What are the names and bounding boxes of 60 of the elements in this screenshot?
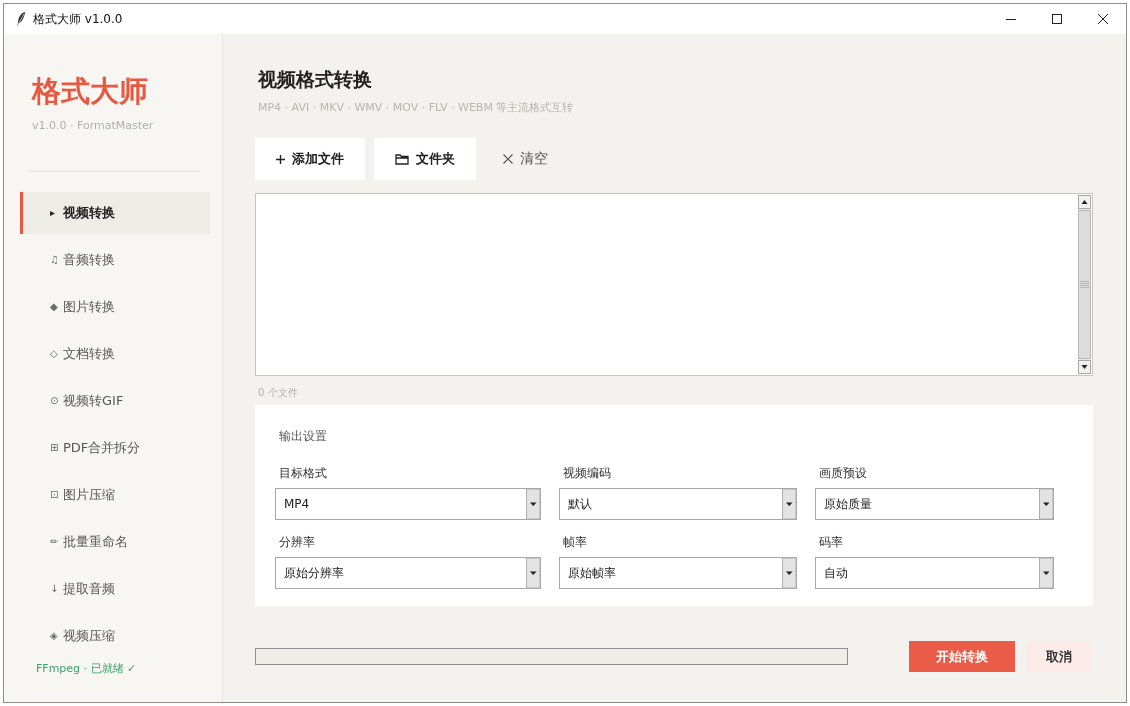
- folder-icon: [395, 153, 409, 165]
- scrollbar-thumb[interactable]: [1078, 210, 1091, 359]
- plus-icon: [276, 154, 285, 164]
- diamond-dot-icon: ◈: [50, 631, 58, 641]
- nav-item[interactable]: ⊡ 图片压缩: [20, 474, 210, 516]
- pencil-icon: ✏: [50, 537, 59, 547]
- app-logo: 格式大师: [32, 74, 148, 109]
- squared-dot-icon: ⊡: [50, 490, 59, 500]
- close-icon: [502, 154, 513, 164]
- cancel-button[interactable]: 取消: [1026, 641, 1091, 672]
- ffmpeg-status: FFmpeg · 已就绪 ✓: [36, 662, 137, 676]
- maximize-icon: [1052, 14, 1062, 24]
- field-label: 分辨率: [279, 534, 315, 550]
- format-select[interactable]: MP4: [275, 488, 541, 520]
- nav-item[interactable]: ♫ 音频转换: [20, 239, 210, 281]
- dropdown-arrow-icon: [526, 558, 540, 588]
- bitrate-select[interactable]: 自动: [815, 557, 1054, 589]
- app-version: v1.0.0 · FormatMaster: [32, 119, 154, 133]
- codec-select[interactable]: 默认: [559, 488, 797, 520]
- dropdown-arrow-icon: [1039, 558, 1053, 588]
- resolution-select[interactable]: 原始分辨率: [275, 557, 541, 589]
- grip-icon: [1080, 281, 1089, 288]
- page-title: 视频格式转换: [258, 67, 372, 92]
- dropdown-arrow-icon: [782, 489, 796, 519]
- field-label: 视频编码: [563, 465, 611, 481]
- folder-button[interactable]: 文件夹: [374, 138, 476, 180]
- nav-item[interactable]: ⊞ PDF合并拆分: [20, 427, 210, 469]
- field-label: 码率: [819, 534, 843, 550]
- nav-item[interactable]: ⊙ 视频转GIF: [20, 380, 210, 422]
- down-arrow-icon: ↓: [50, 584, 59, 594]
- hollow-diamond-icon: ◇: [50, 349, 58, 359]
- nav-item[interactable]: ◈ 视频压缩: [20, 615, 210, 657]
- window-title: 格式大师 v1.0.0: [33, 10, 123, 28]
- clear-button[interactable]: 清空: [492, 138, 558, 180]
- scroll-down-icon[interactable]: [1078, 360, 1091, 374]
- framerate-select[interactable]: 原始帧率: [559, 557, 797, 589]
- circled-dot-icon: ⊙: [50, 396, 59, 406]
- nav-item[interactable]: ◆ 图片转换: [20, 286, 210, 328]
- feather-icon: [16, 11, 26, 27]
- field-label: 画质预设: [819, 465, 867, 481]
- scrollbar[interactable]: [1078, 195, 1091, 374]
- squared-plus-icon: ⊞: [50, 443, 59, 453]
- nav-item[interactable]: ↓ 提取音频: [20, 568, 210, 610]
- section-title: 输出设置: [279, 428, 327, 444]
- diamond-icon: ◆: [50, 302, 58, 312]
- add-files-button[interactable]: 添加文件: [255, 138, 365, 180]
- dropdown-arrow-icon: [782, 558, 796, 588]
- dropdown-arrow-icon: [526, 489, 540, 519]
- quality-select[interactable]: 原始质量: [815, 488, 1054, 520]
- dropdown-arrow-icon: [1039, 489, 1053, 519]
- minimize-icon: [1006, 18, 1016, 20]
- nav-item[interactable]: ▸ 视频转换: [20, 192, 210, 234]
- scroll-up-icon[interactable]: [1078, 195, 1091, 209]
- nav-item[interactable]: ◇ 文档转换: [20, 333, 210, 375]
- field-label: 目标格式: [279, 465, 327, 481]
- music-note-icon: ♫: [50, 255, 59, 265]
- close-icon: [1098, 14, 1108, 24]
- nav-item[interactable]: ✏ 批量重命名: [20, 521, 210, 563]
- triangle-icon: ▸: [50, 208, 56, 218]
- field-label: 帧率: [563, 534, 587, 550]
